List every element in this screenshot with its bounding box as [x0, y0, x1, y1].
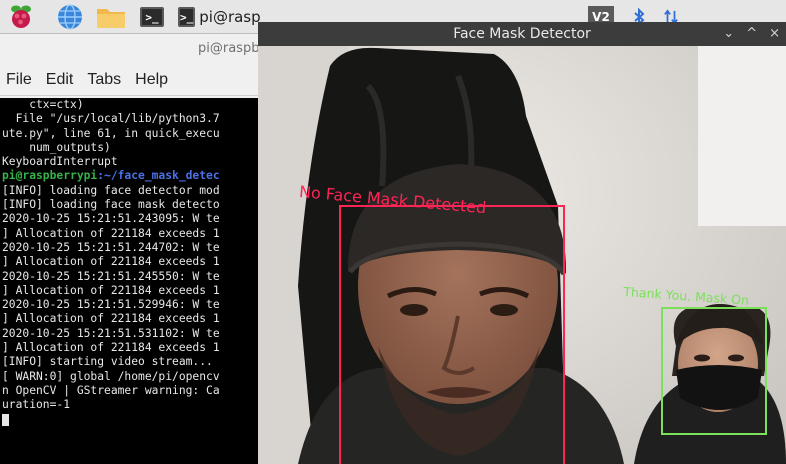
web-browser-icon[interactable]: [56, 4, 84, 30]
terminal-line: n OpenCV | GStreamer warning: Ca: [2, 383, 220, 397]
terminal-output[interactable]: ctx=ctx) File "/usr/local/lib/python3.7 u…: [0, 98, 262, 464]
menu-file[interactable]: File: [6, 71, 32, 89]
terminal-window[interactable]: pi@raspb File Edit Tabs Help ctx=ctx) Fi…: [0, 34, 262, 464]
file-manager-icon[interactable]: [96, 4, 126, 30]
terminal-line: 2020-10-25 15:21:51.244702: W te: [2, 240, 220, 254]
terminal-line: num_outputs): [2, 140, 111, 154]
terminal-title: pi@raspb: [198, 41, 260, 56]
close-button[interactable]: ×: [769, 22, 780, 46]
terminal-line: ] Allocation of 221184 exceeds 1: [2, 283, 220, 297]
detector-title: Face Mask Detector: [453, 26, 591, 42]
prompt-path: :~/face_mask_detec: [97, 169, 220, 183]
terminal-line: ] Allocation of 221184 exceeds 1: [2, 341, 220, 355]
terminal-line: 2020-10-25 15:21:51.245550: W te: [2, 269, 220, 283]
menu-help[interactable]: Help: [135, 71, 168, 89]
terminal-cursor: [2, 413, 9, 426]
face-mask-detector-window[interactable]: Face Mask Detector ⌄ ^ × No Face Mask De…: [258, 22, 786, 464]
terminal-line: ] Allocation of 221184 exceeds 1: [2, 226, 220, 240]
terminal-line: KeyboardInterrupt: [2, 155, 118, 169]
terminal-launcher-icon[interactable]: >_: [138, 4, 166, 30]
menu-edit[interactable]: Edit: [46, 71, 74, 89]
terminal-icon: >_: [178, 7, 196, 27]
maximize-button[interactable]: ^: [746, 22, 757, 46]
terminal-line: [INFO] starting video stream...: [2, 355, 213, 369]
terminal-line: pi@raspberrypi:~/face_mask_detec: [2, 169, 262, 183]
terminal-line: ] Allocation of 221184 exceeds 1: [2, 255, 220, 269]
terminal-line: [INFO] loading face mask detecto: [2, 198, 220, 212]
terminal-line: [ WARN:0] global /home/pi/opencv: [2, 369, 220, 383]
camera-frame: [258, 46, 786, 464]
task-button-label: pi@rasp: [199, 8, 261, 26]
terminal-line: File "/usr/local/lib/python3.7: [2, 112, 220, 126]
terminal-line: uration=-1: [2, 398, 71, 412]
terminal-task-button[interactable]: >_ pi@rasp: [178, 4, 261, 30]
terminal-cursor-line: [2, 413, 262, 427]
terminal-line: ] Allocation of 221184 exceeds 1: [2, 312, 220, 326]
prompt-user: pi@raspberrypi: [2, 169, 98, 183]
minimize-button[interactable]: ⌄: [723, 22, 734, 46]
terminal-menubar: File Edit Tabs Help: [0, 64, 262, 96]
terminal-line: 2020-10-25 15:21:51.243095: W te: [2, 212, 220, 226]
terminal-line: [INFO] loading face detector mod: [2, 183, 220, 197]
video-feed: No Face Mask Detected Thank You. Mask On: [258, 46, 786, 464]
terminal-line: 2020-10-25 15:21:51.531102: W te: [2, 326, 220, 340]
raspberry-menu-icon[interactable]: [8, 4, 34, 30]
terminal-line: ute.py", line 61, in quick_execu: [2, 126, 220, 140]
detector-titlebar: Face Mask Detector ⌄ ^ ×: [258, 22, 786, 46]
terminal-line: 2020-10-25 15:21:51.529946: W te: [2, 298, 220, 312]
terminal-line: ctx=ctx): [2, 98, 84, 111]
menu-tabs[interactable]: Tabs: [87, 71, 121, 89]
